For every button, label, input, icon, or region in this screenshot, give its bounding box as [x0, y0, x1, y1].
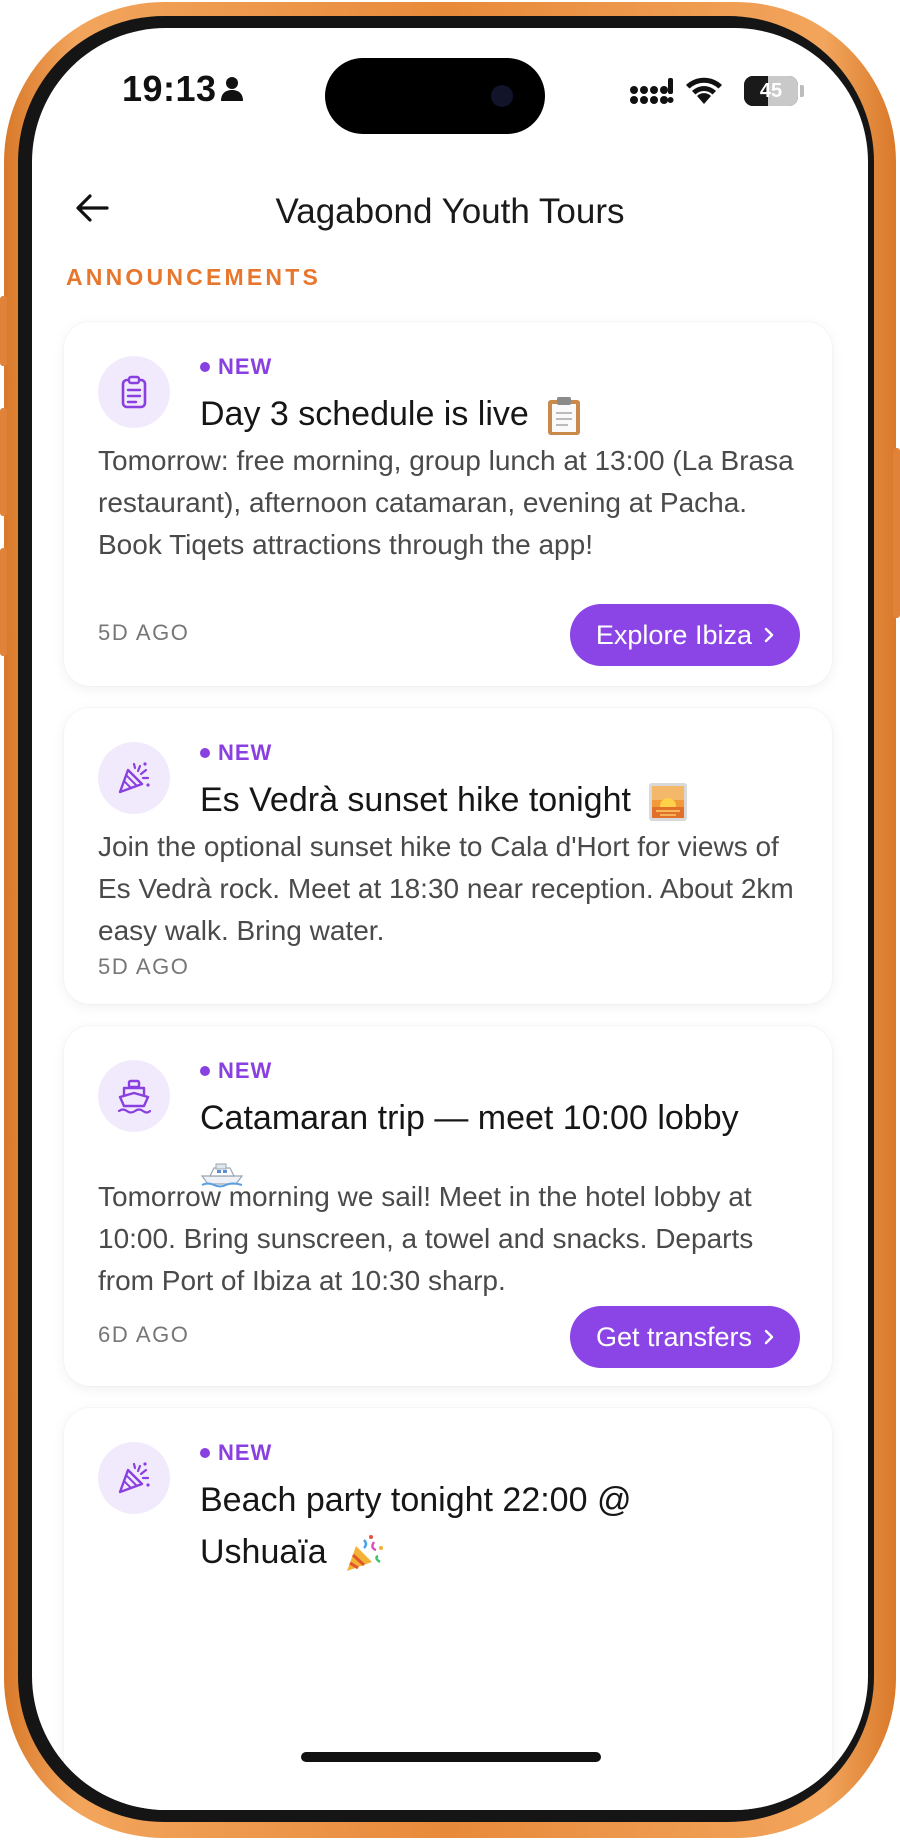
announcement-card[interactable]: NEW Es Vedrà sunset hike tonight Join th… — [64, 708, 832, 1004]
party-popper-icon — [98, 1442, 170, 1514]
title-text: Catamaran trip — meet 10:00 lobby — [200, 1099, 739, 1137]
badge-label: NEW — [218, 1440, 273, 1465]
chevron-right-icon — [764, 1329, 774, 1345]
title-text: Day 3 schedule is live — [200, 395, 529, 433]
badge-dot — [200, 1448, 210, 1458]
party-popper-emoji-icon — [347, 1535, 384, 1572]
ship-icon — [98, 1060, 170, 1132]
action-button — [0, 296, 7, 366]
party-popper-icon — [98, 742, 170, 814]
section-label: ANNOUNCEMENTS — [66, 264, 321, 290]
dynamic-island — [325, 58, 545, 134]
clipboard-emoji-icon — [548, 397, 581, 436]
screen: 19:13 45 Vagabond Youth Tours ANNOUNCEME… — [32, 28, 868, 1810]
badge-label: NEW — [218, 1058, 273, 1083]
announcement-card[interactable]: NEW Beach party tonight 22:00 @ Ushuaïa — [64, 1408, 832, 1810]
announcement-body: Join the optional sunset hike to Cala d'… — [98, 831, 794, 946]
nav-header: Vagabond Youth Tours — [32, 168, 868, 258]
announcement-body: Tomorrow: free morning, group lunch at 1… — [98, 445, 794, 560]
badge-dot — [200, 748, 210, 758]
chevron-right-icon — [764, 627, 774, 643]
status-time: 19:13 — [122, 68, 217, 109]
announcement-title: Es Vedrà sunset hike tonight — [200, 774, 800, 826]
announcement-title: Day 3 schedule is live — [200, 388, 800, 440]
badge-dot — [200, 1066, 210, 1076]
title-text: Es Vedrà sunset hike tonight — [200, 781, 631, 819]
wifi-icon — [686, 77, 722, 104]
volume-down-button — [0, 548, 7, 656]
badge-dot — [200, 362, 210, 372]
title-text: Beach party tonight 22:00 @ Ushuaïa — [200, 1481, 632, 1571]
status-bar: 19:13 45 — [32, 28, 868, 148]
page-title: Vagabond Youth Tours — [275, 192, 625, 231]
power-button — [893, 448, 900, 618]
timestamp: 5D AGO — [98, 620, 190, 645]
announcement-card[interactable]: NEW Day 3 schedule is live Tomorrow: fre… — [64, 322, 832, 686]
battery-icon: 45 — [744, 76, 798, 106]
sunset-emoji-icon — [649, 783, 688, 822]
phone-device: 19:13 45 Vagabond Youth Tours ANNOUNCEME… — [0, 0, 900, 1840]
cellular-signal-icon — [630, 78, 674, 104]
new-badge: NEW — [200, 1440, 272, 1466]
clipboard-icon — [98, 356, 170, 428]
cta-label: Explore Ibiza — [595, 619, 752, 650]
announcement-title: Beach party tonight 22:00 @ Ushuaïa — [200, 1474, 700, 1578]
camera-icon — [491, 85, 513, 107]
new-badge: NEW — [200, 354, 272, 380]
explore-ibiza-button[interactable]: Explore Ibiza — [569, 604, 800, 666]
new-badge: NEW — [200, 740, 272, 766]
home-indicator[interactable] — [301, 1752, 601, 1762]
timestamp: 5D AGO — [98, 954, 190, 979]
announcement-card[interactable]: NEW Catamaran trip — meet 10:00 lobby To… — [64, 1026, 832, 1386]
battery-cap — [800, 85, 804, 97]
new-badge: NEW — [200, 1058, 272, 1084]
cta-label: Get transfers — [595, 1321, 752, 1352]
badge-label: NEW — [218, 354, 273, 379]
battery-level: 45 — [759, 80, 783, 102]
badge-label: NEW — [218, 740, 273, 765]
timestamp: 6D AGO — [98, 1322, 190, 1347]
get-transfers-button[interactable]: Get transfers — [569, 1306, 800, 1368]
volume-up-button — [0, 408, 7, 516]
announcement-body: Tomorrow morning we sail! Meet in the ho… — [98, 1181, 754, 1296]
person-icon — [221, 77, 243, 101]
